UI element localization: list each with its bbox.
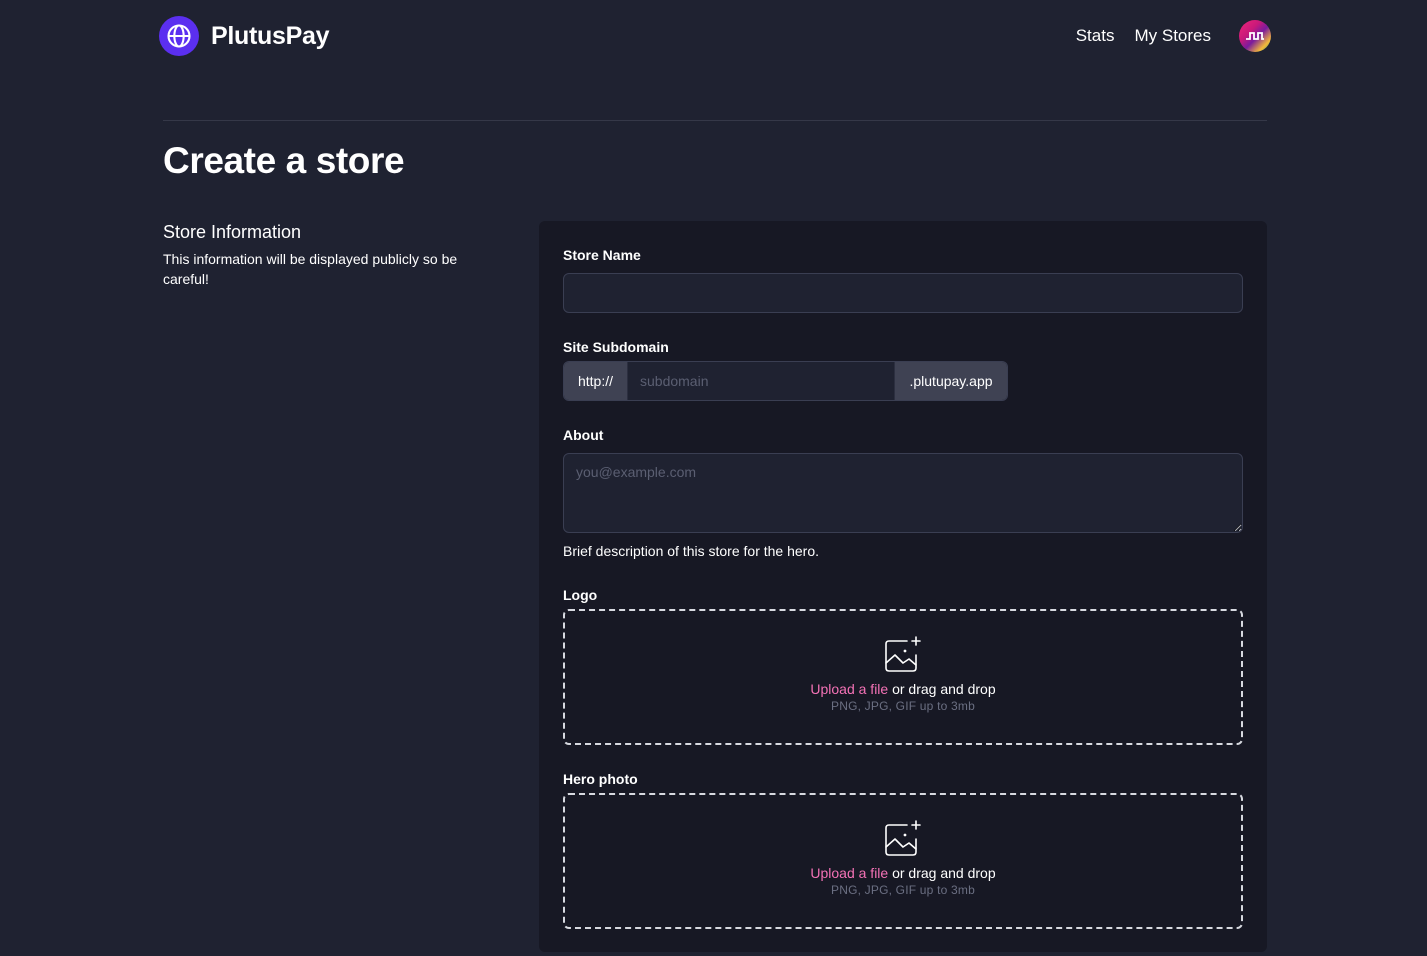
section-title: Store Information xyxy=(163,222,302,242)
page-title: Create a store xyxy=(163,140,405,181)
about-label: About xyxy=(563,427,604,443)
subdomain-label: Site Subdomain xyxy=(563,339,669,355)
nav-stats-link[interactable]: Stats xyxy=(1076,19,1115,53)
subdomain-prefix: http:// xyxy=(564,362,628,400)
store-name-input[interactable] xyxy=(563,273,1243,313)
about-help-text: Brief description of this store for the … xyxy=(563,543,820,559)
store-name-label: Store Name xyxy=(563,247,641,263)
subdomain-suffix: .plutupay.app xyxy=(894,362,1007,400)
hero-drag-text: or drag and drop xyxy=(888,865,996,881)
logo-drag-text: or drag and drop xyxy=(888,681,996,697)
brand-logo[interactable]: PlutusPay xyxy=(159,16,329,56)
nav-my-stores-link[interactable]: My Stores xyxy=(1134,19,1211,53)
brand-name: PlutusPay xyxy=(211,21,330,50)
top-nav: Stats My Stores xyxy=(1076,19,1271,53)
globe-icon xyxy=(159,16,199,56)
logo-label: Logo xyxy=(563,587,598,603)
subdomain-input[interactable] xyxy=(628,362,894,400)
logo-file-hint: PNG, JPG, GIF up to 3mb xyxy=(831,699,975,713)
hero-file-hint: PNG, JPG, GIF up to 3mb xyxy=(831,883,975,897)
logo-upload-link[interactable]: Upload a file xyxy=(810,681,888,697)
app-root: PlutusPay Stats My Stores Create a store… xyxy=(0,0,1427,956)
header-divider xyxy=(163,120,1267,121)
section-description: This information will be displayed publi… xyxy=(163,251,458,287)
store-form-panel: Store Name Site Subdomain http:// .plutu… xyxy=(539,221,1267,952)
user-avatar[interactable] xyxy=(1239,20,1271,52)
image-add-icon xyxy=(885,820,921,856)
logo-upload-text: Upload a file or drag and drop xyxy=(810,681,995,697)
hero-photo-label: Hero photo xyxy=(563,771,638,787)
image-add-icon xyxy=(885,636,921,672)
logo-dropzone[interactable]: Upload a file or drag and drop PNG, JPG,… xyxy=(563,609,1243,745)
hero-photo-dropzone[interactable]: Upload a file or drag and drop PNG, JPG,… xyxy=(563,793,1243,929)
hero-upload-text: Upload a file or drag and drop xyxy=(810,865,995,881)
about-textarea[interactable] xyxy=(563,453,1243,533)
hero-upload-link[interactable]: Upload a file xyxy=(810,865,888,881)
subdomain-input-group: http:// .plutupay.app xyxy=(563,361,1008,401)
